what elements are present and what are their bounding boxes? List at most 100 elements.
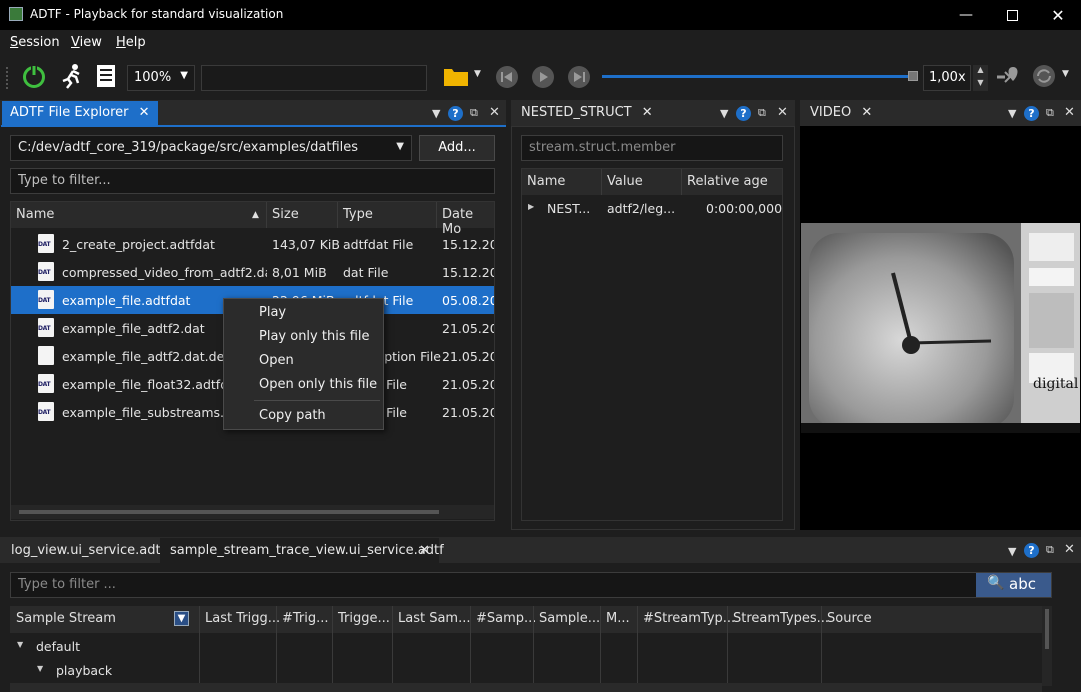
close-icon[interactable]: ✕	[419, 543, 430, 558]
stream-filter-input[interactable]: Type to filter ...	[10, 572, 1052, 598]
close-icon[interactable]: ✕	[861, 105, 872, 120]
undock-icon[interactable]: ⧉	[1046, 543, 1054, 557]
close-button[interactable]: ✕	[1035, 0, 1081, 30]
toolbar: 100% ▼ ▼ 1,00x ▲ ▼ ▼	[0, 55, 1081, 100]
dat-file-icon: DAT	[38, 290, 54, 309]
menu-view[interactable]: View	[71, 35, 102, 50]
close-panel-icon[interactable]: ✕	[1064, 105, 1075, 120]
search-icon: 🔍	[987, 575, 1005, 591]
blank-file-icon	[38, 346, 54, 365]
nested-struct-header: Name Value Relative age	[522, 169, 782, 195]
member-filter-input[interactable]: stream.struct.member	[521, 135, 783, 161]
chevron-down-icon: ▼	[396, 141, 404, 152]
skip-back-icon[interactable]	[495, 65, 519, 89]
title-bar: ADTF - Playback for standard visualizati…	[0, 0, 1081, 30]
minimize-button[interactable]: —	[943, 0, 989, 30]
dat-file-icon: DAT	[38, 234, 54, 253]
context-menu: Play Play only this file Open Open only …	[223, 298, 384, 430]
menu-item-play-only[interactable]: Play only this file	[259, 329, 370, 344]
loop-dropdown-icon[interactable]: ▼	[1062, 69, 1069, 79]
chevron-down-icon[interactable]: ▼	[37, 664, 43, 673]
menu-item-open[interactable]: Open	[259, 353, 294, 368]
speed-down-button[interactable]: ▼	[973, 78, 988, 91]
speed-up-button[interactable]: ▲	[973, 65, 988, 78]
folder-dropdown-icon[interactable]: ▼	[474, 69, 481, 79]
table-row[interactable]: ▶ NEST... adtf2/leg... 0:00:00,000	[522, 195, 782, 223]
add-button[interactable]: Add...	[419, 135, 495, 161]
dat-file-icon: DAT	[38, 318, 54, 337]
tree-item-default[interactable]: ▼ default	[10, 634, 200, 658]
close-panel-icon[interactable]: ✕	[489, 105, 500, 120]
dat-file-icon: DAT	[38, 402, 54, 421]
close-panel-icon[interactable]: ✕	[1064, 542, 1075, 557]
maximize-button[interactable]	[989, 0, 1035, 30]
tab-nested-struct[interactable]: NESTED_STRUCT ✕	[521, 105, 653, 120]
loop-icon[interactable]	[1032, 64, 1056, 88]
window-title: ADTF - Playback for standard visualizati…	[30, 7, 284, 21]
menu-item-open-only[interactable]: Open only this file	[259, 377, 377, 392]
tree-item-playback[interactable]: ▼ playback	[10, 658, 200, 682]
folder-icon[interactable]	[443, 65, 469, 87]
chevron-down-icon[interactable]: ▼	[432, 107, 440, 120]
tab-video[interactable]: VIDEO ✕	[810, 105, 872, 120]
help-icon[interactable]: ?	[1024, 543, 1039, 558]
video-frame-image	[801, 223, 1080, 433]
tab-log-view[interactable]: log_view.ui_service.adtf	[11, 543, 165, 558]
close-icon[interactable]: ✕	[139, 105, 150, 120]
help-icon[interactable]: ?	[448, 106, 463, 121]
help-icon[interactable]: ?	[736, 106, 751, 121]
speed-field[interactable]: 1,00x	[923, 65, 971, 91]
path-select[interactable]: C:/dev/adtf_core_319/package/src/example…	[10, 135, 412, 161]
chevron-down-icon[interactable]: ▼	[1008, 545, 1016, 558]
tab-underline	[1, 125, 506, 127]
menu-divider	[254, 400, 380, 401]
table-row[interactable]: DAT compressed_video_from_adtf2.dat 8,01…	[11, 258, 494, 286]
power-icon[interactable]	[21, 63, 47, 89]
file-filter-input[interactable]: Type to filter...	[10, 168, 495, 194]
sort-asc-icon: ▲	[252, 210, 259, 220]
help-icon[interactable]: ?	[1024, 106, 1039, 121]
table-row[interactable]: DAT 2_create_project.adtfdat 143,07 KiB …	[11, 230, 494, 258]
search-button[interactable]: 🔍 abc	[976, 573, 1051, 597]
file-table-header: Name ▲ Size Type Date Mo	[11, 202, 494, 237]
close-panel-icon[interactable]: ✕	[777, 105, 788, 120]
runner-icon[interactable]	[58, 63, 84, 89]
undock-icon[interactable]: ⧉	[758, 106, 766, 120]
col-type[interactable]: Type	[343, 207, 373, 222]
horizontal-scrollbar[interactable]	[11, 505, 494, 519]
undock-icon[interactable]: ⧉	[470, 106, 478, 120]
dat-file-icon: DAT	[38, 262, 54, 281]
dat-file-icon: DAT	[38, 374, 54, 393]
menu-help[interactable]: Help	[116, 35, 146, 50]
close-icon[interactable]: ✕	[642, 105, 653, 120]
menu-item-play[interactable]: Play	[259, 305, 286, 320]
playback-slider[interactable]	[602, 75, 910, 78]
chevron-right-icon[interactable]: ▶	[528, 202, 534, 211]
col-name[interactable]: Name	[16, 207, 54, 222]
chevron-down-icon[interactable]: ▼	[720, 107, 728, 120]
menu-bar: Session View Help	[0, 30, 1081, 55]
toolbar-text-field[interactable]	[201, 65, 427, 91]
skip-forward-icon[interactable]	[567, 65, 591, 89]
chevron-down-icon: ▼	[180, 70, 188, 81]
menu-item-copy-path[interactable]: Copy path	[259, 408, 326, 423]
tab-sample-stream-trace[interactable]: sample_stream_trace_view.ui_service.adtf…	[160, 538, 444, 563]
tab-file-explorer[interactable]: ADTF File Explorer ✕	[2, 101, 158, 125]
jump-to-marker-icon[interactable]	[995, 64, 1021, 90]
stream-table-header: Sample Stream ▼ Last Trigg... #Trig... T…	[10, 606, 1042, 686]
toolbar-grip[interactable]	[6, 67, 10, 89]
vertical-scrollbar[interactable]	[1042, 606, 1052, 686]
document-icon[interactable]	[95, 63, 117, 89]
zoom-select[interactable]: 100% ▼	[127, 65, 195, 91]
video-overlay-text: digital	[1033, 376, 1079, 392]
undock-icon[interactable]: ⧉	[1046, 106, 1054, 120]
playback-slider-handle[interactable]	[908, 71, 918, 81]
col-size[interactable]: Size	[272, 207, 299, 222]
menu-session[interactable]: Session	[10, 35, 60, 50]
play-icon[interactable]	[531, 65, 555, 89]
bottom-scrollbar[interactable]	[10, 683, 1042, 692]
chevron-down-icon[interactable]: ▼	[1008, 107, 1016, 120]
filter-icon[interactable]: ▼	[174, 611, 189, 626]
app-icon	[9, 7, 23, 21]
chevron-down-icon[interactable]: ▼	[17, 640, 23, 649]
